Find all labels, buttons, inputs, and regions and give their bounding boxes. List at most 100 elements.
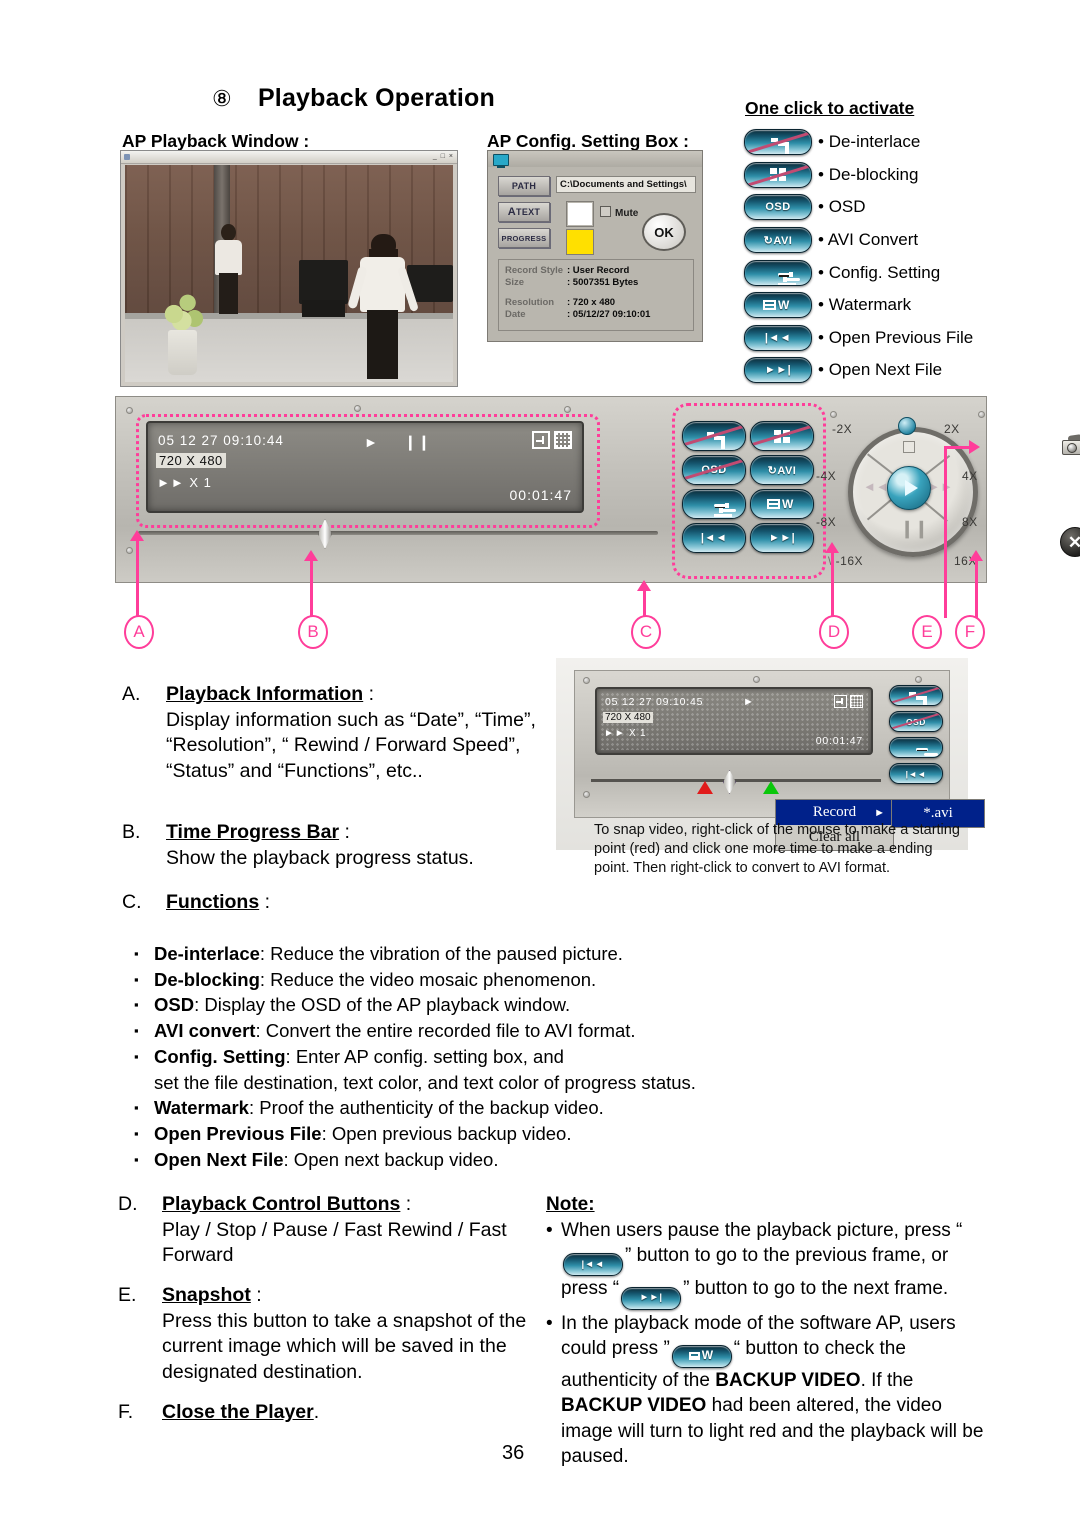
prev-glyph: |◄◄ — [700, 532, 728, 544]
section-letter: A. — [122, 683, 141, 705]
text-color-swatch[interactable] — [566, 201, 594, 227]
section-c: C. Functions : — [122, 890, 552, 916]
prev-glyph: |◄◄ — [581, 1259, 605, 1270]
callout-line-c — [643, 590, 646, 618]
time-progress-bar[interactable] — [138, 531, 658, 535]
section-heading: Time Progress Bar — [166, 821, 340, 843]
callout-arrowhead-b — [304, 550, 318, 561]
ap-config-setting-box: PATH A TEXT PROGRESS C:\Documents and Set… — [487, 150, 703, 342]
open-next-file-icon[interactable]: ►►| — [621, 1286, 682, 1310]
watermark-icon[interactable]: W — [671, 1344, 732, 1368]
page-title: ⑧ Playback Operation — [212, 84, 495, 113]
callout-arrowhead-f — [969, 550, 983, 561]
section-colon: : — [264, 891, 271, 913]
watermark-glyph: W — [701, 1348, 714, 1363]
mute-checkbox[interactable]: Mute — [600, 206, 638, 219]
bullet-item: De-blocking: Reduce the video mosaic phe… — [134, 967, 834, 993]
info-key: Size — [505, 277, 525, 288]
legend-item-open-next-file: ►►| Open Next File — [744, 354, 973, 387]
close-player-button[interactable]: ✕ — [1060, 527, 1080, 557]
section-body: Display information such as “Date”, “Tim… — [166, 708, 536, 782]
path-button[interactable]: PATH — [498, 176, 550, 196]
section-period: . — [313, 1401, 320, 1423]
open-next-file-icon[interactable]: ►►| — [744, 357, 812, 384]
progress-color-swatch[interactable] — [566, 229, 594, 255]
section-marker: ⑧ — [212, 86, 232, 111]
de-interlace-icon[interactable] — [744, 129, 812, 156]
panel-screw — [583, 791, 590, 798]
mini-player-panel: 05 12 27 09:10:45 ► 720 X 480 ►► X 1 00:… — [574, 670, 985, 851]
callout-line-e — [944, 446, 947, 618]
stop-button[interactable] — [903, 441, 915, 453]
bullet-item: Open Next File: Open next backup video. — [134, 1147, 834, 1173]
mini-playback-information-display: 05 12 27 09:10:45 ► 720 X 480 ►► X 1 00:… — [595, 687, 873, 755]
callout-label-a: A — [124, 615, 154, 649]
bullet-desc: : Convert the entire recorded file to AV… — [255, 1020, 636, 1042]
open-previous-file-icon[interactable]: |◄◄ — [563, 1253, 623, 1277]
avi-glyph: AVI — [777, 464, 797, 477]
play-button[interactable] — [887, 466, 931, 510]
legend-list: De-interlace De-blocking OSD OSD ↻AVI AV… — [744, 126, 973, 387]
function-bullet-list: De-interlace: Reduce the vibration of th… — [134, 941, 834, 1172]
caption-ap-playback-window: AP Playback Window : — [122, 131, 310, 151]
path-value-field[interactable]: C:\Documents and Settings\ — [556, 176, 696, 193]
bullet-desc: : Reduce the video mosaic phenomenon. — [259, 968, 597, 990]
playback-control-jog-dial[interactable]: ❙❙ ◄◄❙ ❙►► — [840, 417, 978, 557]
submenu-arrow-icon: ► — [874, 806, 885, 819]
ok-button[interactable]: OK — [642, 213, 686, 251]
legend-title: One click to activate — [745, 98, 915, 118]
bullet-desc: : Reduce the vibration of the paused pic… — [259, 943, 623, 964]
bullet-item: OSD: Display the OSD of the AP playback … — [134, 992, 834, 1018]
callout-arrowhead-d — [825, 542, 839, 553]
prev-glyph: |◄◄ — [764, 331, 792, 344]
section-colon: : — [256, 1284, 262, 1306]
config-setting-button[interactable] — [889, 737, 943, 758]
bullet-desc: : Open previous backup video. — [321, 1122, 572, 1144]
disabled-slash — [890, 712, 942, 731]
bullet-desc: : Open next backup video. — [283, 1148, 499, 1170]
snap-start-marker — [697, 781, 713, 794]
info-key: Record Style — [505, 265, 564, 276]
progress-button[interactable]: PROGRESS — [498, 228, 550, 248]
panel-screw — [830, 411, 837, 418]
panel-screw — [564, 406, 571, 413]
osd-icon[interactable]: OSD — [744, 194, 812, 221]
bullet-desc: : Display the OSD of the AP playback win… — [194, 994, 571, 1016]
section-colon: : — [368, 683, 375, 705]
bullet-item: Config. Setting: Enter AP config. settin… — [134, 1044, 834, 1070]
legend-label: OSD — [818, 197, 866, 217]
config-setting-icon[interactable] — [744, 259, 812, 286]
record-label: Record — [812, 804, 857, 820]
callout-line-e-horizontal — [944, 446, 972, 449]
callout-label-f: F — [955, 615, 985, 649]
de-interlace-button[interactable] — [889, 685, 943, 706]
config-titlebar — [488, 151, 702, 168]
legend-item-watermark: W Watermark — [744, 289, 973, 322]
jog-knob[interactable] — [898, 417, 916, 435]
legend-label: De-interlace — [818, 132, 921, 152]
mini-time-progress-handle[interactable] — [723, 770, 736, 794]
panel-screw — [126, 407, 133, 414]
open-previous-file-button[interactable]: |◄◄ — [889, 763, 943, 784]
text-button[interactable]: A TEXT — [498, 202, 550, 222]
legend-item-config-setting: Config. Setting — [744, 256, 973, 289]
pause-button[interactable]: ❙❙ — [900, 519, 929, 539]
panel-screw — [978, 411, 985, 418]
section-body: Play / Stop / Pause / Fast Rewind / Fast… — [162, 1218, 507, 1267]
player-panel: 05 12 27 09:10:44 ► ❙❙ 720 X 480 ►► X 1 … — [115, 396, 1080, 583]
open-previous-file-icon[interactable]: |◄◄ — [744, 324, 812, 351]
bullet-item: AVI convert: Convert the entire recorded… — [134, 1018, 834, 1044]
scene-person-far — [214, 223, 244, 315]
snapshot-figure-caption: To snap video, right-click of the mouse … — [594, 822, 960, 876]
watermark-icon[interactable]: W — [744, 292, 812, 319]
section-colon: : — [405, 1193, 412, 1215]
de-blocking-icon[interactable] — [744, 161, 812, 188]
callout-line-a — [136, 540, 139, 618]
snapshot-camera-icon[interactable] — [1060, 433, 1080, 455]
mini-time-progress-bar[interactable] — [591, 779, 881, 782]
legend-label: AVI Convert — [818, 230, 918, 250]
note-item: In the playback mode of the software AP,… — [546, 1311, 994, 1470]
bullet-term: Watermark — [154, 1097, 249, 1119]
osd-button[interactable]: OSD — [889, 711, 943, 732]
avi-convert-icon[interactable]: ↻AVI — [744, 227, 812, 254]
